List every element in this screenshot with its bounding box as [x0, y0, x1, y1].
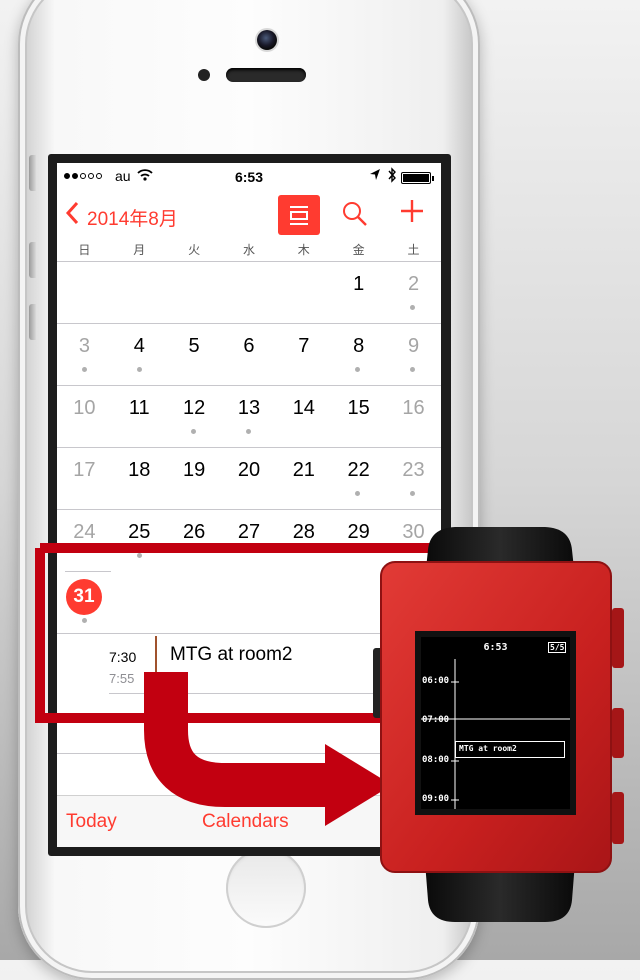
pebble-hour-label: 07:00: [422, 715, 450, 725]
pebble-hour-label: 08:00: [422, 755, 450, 765]
pebble-hour-label: 09:00: [422, 794, 450, 804]
pebble-up-button: [612, 608, 624, 668]
pebble-select-button: [612, 708, 624, 758]
pebble-hour-label: 06:00: [422, 676, 450, 686]
pebble-event-block: MTG at room2: [455, 741, 565, 758]
overlay-graphics: [35, 527, 624, 922]
arrow-shaft: [144, 672, 330, 807]
pebble-down-button: [612, 792, 624, 844]
pebble-screen: 6:53 5/5 06:00 07:00 08:00 09:00 MTG at …: [421, 637, 570, 809]
